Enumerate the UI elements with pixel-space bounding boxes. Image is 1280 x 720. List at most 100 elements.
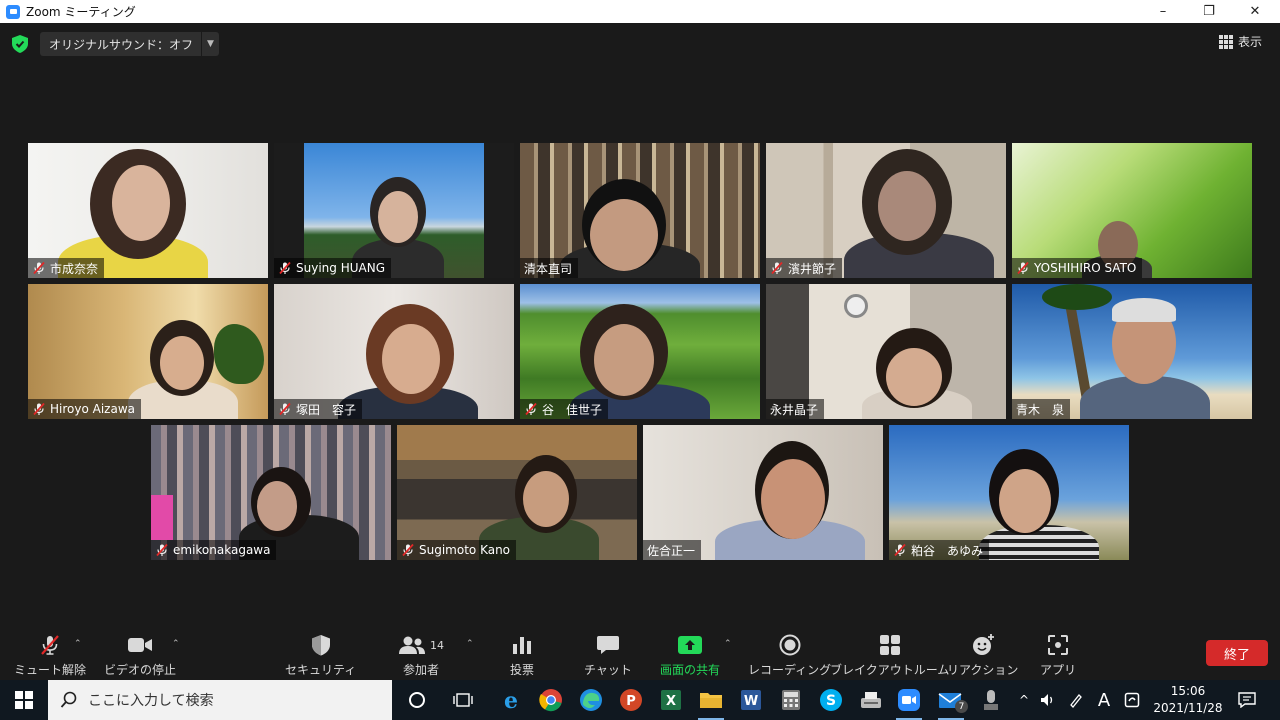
meeting-controls: ミュート解除 ⌃ ビデオの停止 ⌃ セキュリティ 14 参加者 ⌃ 投票 チャッ…	[0, 627, 1280, 680]
taskbar-mail[interactable]: 7	[934, 685, 968, 720]
shield-icon	[311, 635, 330, 656]
zoom-logo-icon	[6, 4, 20, 19]
task-view-button[interactable]	[446, 685, 480, 715]
video-tile[interactable]: YOSHIHIRO SATO	[1012, 143, 1252, 278]
taskbar-chrome[interactable]	[534, 685, 568, 715]
participant-name-tag: 濱井節子	[766, 258, 843, 278]
participants-options-caret-icon[interactable]: ⌃	[466, 639, 474, 649]
mic-off-icon	[771, 261, 783, 275]
taskbar-word[interactable]: W	[734, 685, 768, 715]
cortana-button[interactable]	[400, 685, 434, 715]
internet-explorer-icon: e	[504, 688, 518, 712]
svg-text:X: X	[666, 694, 676, 709]
taskbar-fax[interactable]	[854, 685, 888, 715]
video-tile[interactable]: 永井晶子	[766, 284, 1006, 419]
apps-button[interactable]: アプリ	[1040, 631, 1076, 678]
search-placeholder: ここに入力して検索	[88, 693, 214, 709]
record-button[interactable]: レコーディング	[748, 631, 831, 678]
close-button[interactable]: ✕	[1232, 0, 1278, 23]
reactions-button[interactable]: リアクション	[947, 631, 1018, 678]
video-options-caret-icon[interactable]: ⌃	[172, 639, 180, 649]
participant-name: emikonakagawa	[173, 543, 271, 557]
skype-icon: S	[820, 689, 842, 711]
share-screen-icon	[678, 636, 702, 654]
participant-name-tag: Sugimoto Kano	[397, 540, 517, 560]
participant-name: 青木 泉	[1016, 402, 1065, 417]
edge-icon	[580, 689, 602, 711]
video-tile[interactable]: 市成奈奈	[28, 143, 268, 278]
show-hidden-icons-chevron-icon[interactable]: ^	[1016, 680, 1032, 720]
stop-video-button[interactable]: ビデオの停止	[104, 631, 176, 678]
security-shield-icon[interactable]	[12, 35, 28, 53]
breakout-rooms-icon	[879, 635, 900, 655]
share-screen-button[interactable]: 画面の共有	[660, 631, 720, 678]
taskbar-skype[interactable]: S	[814, 685, 848, 715]
video-tile[interactable]: 谷 佳世子	[520, 284, 760, 419]
clock-time: 15:06	[1170, 684, 1206, 698]
breakout-rooms-button[interactable]: ブレイクアウトルーム	[830, 631, 949, 678]
mic-muted-icon	[41, 635, 59, 655]
taskbar-zoom[interactable]	[892, 685, 926, 720]
title-bar: Zoom ミーティング – ❐ ✕	[0, 0, 1280, 23]
video-tile[interactable]: emikonakagawa	[151, 425, 391, 560]
folder-icon	[700, 693, 722, 708]
taskbar-file-explorer[interactable]	[694, 685, 728, 720]
participant-name-tag: 谷 佳世子	[520, 399, 609, 419]
participant-name-tag: Suying HUANG	[274, 258, 391, 278]
chevron-down-icon[interactable]: ▼	[201, 32, 219, 56]
minimize-button[interactable]: –	[1140, 0, 1186, 23]
participant-name-tag: YOSHIHIRO SATO	[1012, 258, 1143, 278]
video-tile-active-speaker[interactable]: 青木 泉	[1012, 284, 1252, 419]
polls-button[interactable]: 投票	[510, 631, 534, 678]
mic-off-icon	[525, 402, 537, 416]
chat-bubble-icon	[596, 636, 619, 654]
notifications-icon[interactable]	[1236, 680, 1258, 720]
participants-icon	[399, 636, 425, 654]
participant-name-tag: 永井晶子	[766, 399, 825, 419]
video-tile[interactable]: 粕谷 あゆみ	[889, 425, 1129, 560]
ime-mode-indicator[interactable]: A	[1094, 680, 1114, 720]
original-sound-toggle[interactable]: オリジナルサウンド：オフ ▼	[40, 32, 220, 56]
pen-workspace-icon[interactable]	[1066, 680, 1086, 720]
windows-logo-icon	[15, 691, 33, 709]
taskbar-clock[interactable]: 15:06 2021/11/28	[1148, 683, 1228, 717]
video-tile[interactable]: Suying HUANG	[274, 143, 514, 278]
share-options-caret-icon[interactable]: ⌃	[724, 639, 732, 649]
taskbar-ie[interactable]: e	[494, 685, 528, 715]
taskbar-search-box[interactable]: ここに入力して検索	[48, 680, 392, 720]
video-tile[interactable]: 塚田 容子	[274, 284, 514, 419]
participant-name: 粕谷 あゆみ	[911, 543, 984, 558]
participants-button[interactable]: 14 参加者	[398, 631, 444, 678]
video-tile[interactable]: Sugimoto Kano	[397, 425, 637, 560]
chrome-icon	[539, 689, 562, 712]
video-tile[interactable]: 佐合正一	[643, 425, 883, 560]
mic-off-icon	[156, 543, 168, 557]
start-button[interactable]	[0, 680, 48, 720]
taskbar-calculator[interactable]	[774, 685, 808, 715]
security-button[interactable]: セキュリティ	[285, 631, 356, 678]
end-meeting-button[interactable]: 終了	[1206, 640, 1268, 666]
svg-text:W: W	[744, 694, 758, 709]
mail-badge: 7	[955, 700, 968, 713]
volume-icon[interactable]	[1038, 680, 1058, 720]
taskbar-voice-recorder[interactable]	[974, 685, 1008, 715]
restore-button[interactable]: ❐	[1186, 0, 1232, 23]
taskbar-powerpoint[interactable]: P	[614, 685, 648, 715]
taskbar-edge[interactable]	[574, 685, 608, 715]
video-camera-icon	[128, 638, 152, 652]
participant-name: YOSHIHIRO SATO	[1034, 261, 1137, 275]
video-tile[interactable]: 濱井節子	[766, 143, 1006, 278]
mic-off-icon	[33, 402, 45, 416]
view-button[interactable]: 表示	[1218, 33, 1262, 50]
svg-text:e: e	[504, 688, 518, 712]
participant-name: 塚田 容子	[296, 402, 357, 417]
mic-off-icon	[894, 543, 906, 557]
chat-button[interactable]: チャット	[584, 631, 632, 678]
taskbar-excel[interactable]: X	[654, 685, 688, 715]
mic-off-icon	[402, 543, 414, 557]
ime-pad-icon[interactable]	[1122, 680, 1142, 720]
audio-options-caret-icon[interactable]: ⌃	[74, 639, 82, 649]
video-tile[interactable]: 清本直司	[520, 143, 760, 278]
search-icon	[60, 691, 77, 708]
video-tile[interactable]: Hiroyo Aizawa	[28, 284, 268, 419]
